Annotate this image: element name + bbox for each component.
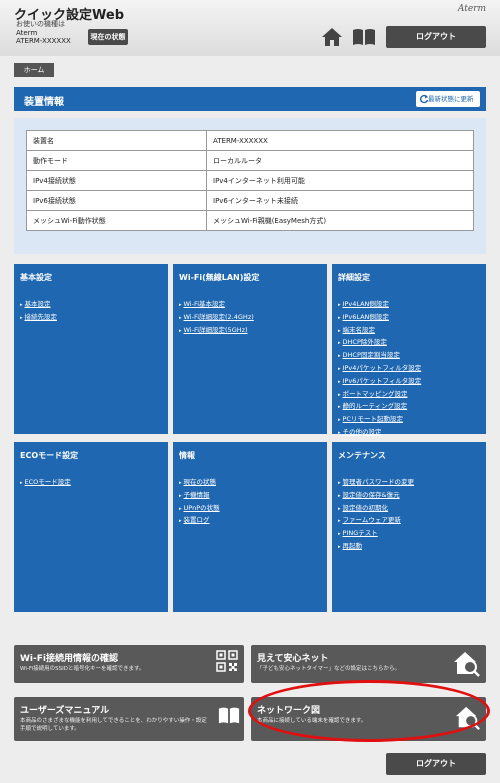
- device-info-header: 装置情報 最新状態に更新: [14, 87, 486, 111]
- menu-link[interactable]: DHCP固定割当設定: [338, 350, 421, 363]
- quick-desc: 「子ども安心ネットタイマー」などの設定はこちらから。: [257, 666, 401, 672]
- menu-advanced-settings: 詳細設定 IPv4LAN側設定 IPv6LAN側設定 端末名設定 DHCP除外設…: [332, 264, 486, 436]
- refresh-icon: [419, 94, 429, 104]
- menu-information: 情報 現在の状態 子機情報 UPnPの状態 装置ログ: [173, 442, 327, 612]
- menu-link[interactable]: Wi-Fi詳細設定(2.4GHz): [179, 312, 254, 325]
- table-row: 装置名 ATERM-XXXXXX: [26, 130, 474, 151]
- menu-link[interactable]: 子機情報: [179, 490, 220, 503]
- menu-link[interactable]: ECOモード設定: [20, 477, 71, 490]
- menu-link[interactable]: PCリモート起動設定: [338, 414, 421, 427]
- menu-link[interactable]: 再起動: [338, 541, 414, 554]
- menu-link[interactable]: ファームウェア更新: [338, 515, 414, 528]
- quick-desc: Wi-Fi接続用のSSIDと暗号化キーを確認できます。: [20, 666, 145, 672]
- wifi-info-button[interactable]: Wi-Fi接続用情報の確認 Wi-Fi接続用のSSIDと暗号化キーを確認できます…: [14, 645, 244, 683]
- menu-link[interactable]: UPnPの状態: [179, 503, 220, 516]
- menu-title: メンテナンス: [338, 451, 386, 460]
- table-row: IPv6接続状態 IPv6インターネット未接続: [26, 190, 474, 211]
- menu-link[interactable]: 基本設定: [20, 299, 57, 312]
- info-key: IPv4接続状態: [26, 170, 207, 191]
- users-manual-button[interactable]: ユーザーズマニュアル 本商品のさまざまな機能を利用してできることを、わかりやすい…: [14, 697, 244, 741]
- brand-logo: Aterm: [457, 4, 486, 14]
- quick-title: ネットワーク図: [257, 706, 321, 716]
- quick-title: Wi-Fi接続用情報の確認: [20, 654, 118, 664]
- menu-list: 基本設定 接続先設定: [20, 299, 58, 325]
- menu-maintenance: メンテナンス 管理者パスワードの変更 設定値の保存&復元 設定値の初期化 ファー…: [332, 442, 486, 612]
- menu-list: ECOモード設定: [20, 477, 71, 490]
- info-value: ATERM-XXXXXX: [206, 130, 474, 151]
- menu-link[interactable]: 静的ルーティング設定: [338, 401, 421, 414]
- menu-title: 詳細設定: [338, 273, 370, 282]
- table-row: 動作モード ローカルルータ: [26, 150, 474, 171]
- menu-link[interactable]: IPv4LAN側設定: [338, 299, 421, 312]
- menu-link[interactable]: ポートマッピング設定: [338, 389, 421, 402]
- refresh-label: 最新状態に更新: [428, 95, 474, 103]
- home-icon[interactable]: [321, 27, 343, 47]
- device-info-title: 装置情報: [24, 97, 64, 108]
- menu-link[interactable]: Wi-Fi詳細設定(5GHz): [179, 325, 254, 338]
- menu-link[interactable]: PINGテスト: [338, 528, 414, 541]
- menu-link[interactable]: Wi-Fi基本設定: [179, 299, 254, 312]
- menu-list: 管理者パスワードの変更 設定値の保存&復元 設定値の初期化 ファームウェア更新 …: [338, 477, 415, 554]
- info-value: メッシュWi-Fi親機(EasyMesh方式): [206, 210, 474, 231]
- refresh-button[interactable]: 最新状態に更新: [416, 91, 480, 107]
- menu-list: Wi-Fi基本設定 Wi-Fi詳細設定(2.4GHz) Wi-Fi詳細設定(5G…: [179, 299, 254, 337]
- home-search-icon: [454, 652, 480, 677]
- quick-desc: 本商品のさまざまな機能を利用してできることを、わかりやすい操作・設定手順で説明し…: [20, 718, 207, 732]
- menu-link[interactable]: 管理者パスワードの変更: [338, 477, 415, 490]
- mieru-anshin-net-button[interactable]: 見えて安心ネット 「子ども安心ネットタイマー」などの設定はこちらから。: [251, 645, 486, 683]
- menu-list: IPv4LAN側設定 IPv6LAN側設定 端末名設定 DHCP除外設定 DHC…: [338, 299, 422, 440]
- menu-eco-mode: ECOモード設定 ECOモード設定: [14, 442, 168, 612]
- quick-title: ユーザーズマニュアル: [20, 706, 110, 716]
- menu-title: 基本設定: [20, 273, 52, 282]
- table-row: メッシュWi-Fi動作状態 メッシュWi-Fi親機(EasyMesh方式): [26, 210, 474, 231]
- info-key: メッシュWi-Fi動作状態: [26, 210, 207, 231]
- qr-code-icon: [216, 650, 238, 672]
- menu-title: Wi-Fi(無線LAN)設定: [179, 273, 260, 282]
- breadcrumb-home[interactable]: ホーム: [14, 63, 54, 77]
- menu-basic-settings: 基本設定 基本設定 接続先設定: [14, 264, 168, 434]
- info-key: 動作モード: [26, 150, 207, 171]
- menu-link[interactable]: 端末名設定: [338, 325, 421, 338]
- menu-link[interactable]: DHCP除外設定: [338, 337, 421, 350]
- menu-link[interactable]: 装置ログ: [179, 515, 220, 528]
- logout-button[interactable]: ログアウト: [386, 26, 486, 48]
- manual-book-icon[interactable]: [352, 28, 376, 46]
- info-value: IPv6インターネット未接続: [206, 190, 474, 211]
- info-key: 装置名: [26, 130, 207, 151]
- menu-link[interactable]: IPv6パケットフィルタ設定: [338, 376, 422, 389]
- home-search-icon: [455, 706, 480, 730]
- device-label: お使いの機種は: [16, 20, 65, 28]
- device-info-panel: 装置名 ATERM-XXXXXX 動作モード ローカルルータ IPv4接続状態 IPv…: [14, 118, 486, 254]
- menu-link[interactable]: その他の設定: [338, 427, 421, 440]
- header: クイック設定Web お使いの機種は Aterm ATERM-XXXXXX 現在の…: [0, 0, 500, 56]
- book-icon: [218, 707, 240, 724]
- network-diagram-button[interactable]: ネットワーク図 本商品に接続している端末を確認できます。: [251, 697, 486, 741]
- quick-title: 見えて安心ネット: [257, 654, 329, 664]
- info-value: IPv4インターネット利用可能: [206, 170, 474, 191]
- menu-title: 情報: [179, 451, 195, 460]
- device-info-table: 装置名 ATERM-XXXXXX 動作モード ローカルルータ IPv4接続状態 IPv…: [26, 130, 474, 231]
- menu-title: ECOモード設定: [20, 451, 79, 460]
- current-status-button[interactable]: 現在の状態: [88, 29, 128, 45]
- menu-link[interactable]: 設定値の保存&復元: [338, 490, 414, 503]
- menu-link[interactable]: IPv4パケットフィルタ設定: [338, 363, 422, 376]
- table-row: IPv4接続状態 IPv4インターネット利用可能: [26, 170, 474, 191]
- menu-link[interactable]: IPv6LAN側設定: [338, 312, 421, 325]
- menu-link[interactable]: 現在の状態: [179, 477, 220, 490]
- info-key: IPv6接続状態: [26, 190, 207, 211]
- menu-link[interactable]: 接続先設定: [20, 312, 58, 325]
- device-id: ATERM-XXXXXX: [16, 37, 71, 45]
- menu-wifi-settings: Wi-Fi(無線LAN)設定 Wi-Fi基本設定 Wi-Fi詳細設定(2.4GH…: [173, 264, 327, 434]
- menu-link[interactable]: 設定値の初期化: [338, 503, 414, 516]
- logout-button-bottom[interactable]: ログアウト: [386, 753, 486, 775]
- menu-list: 現在の状態 子機情報 UPnPの状態 装置ログ: [179, 477, 220, 528]
- info-value: ローカルルータ: [206, 150, 474, 171]
- quick-desc: 本商品に接続している端末を確認できます。: [257, 718, 367, 724]
